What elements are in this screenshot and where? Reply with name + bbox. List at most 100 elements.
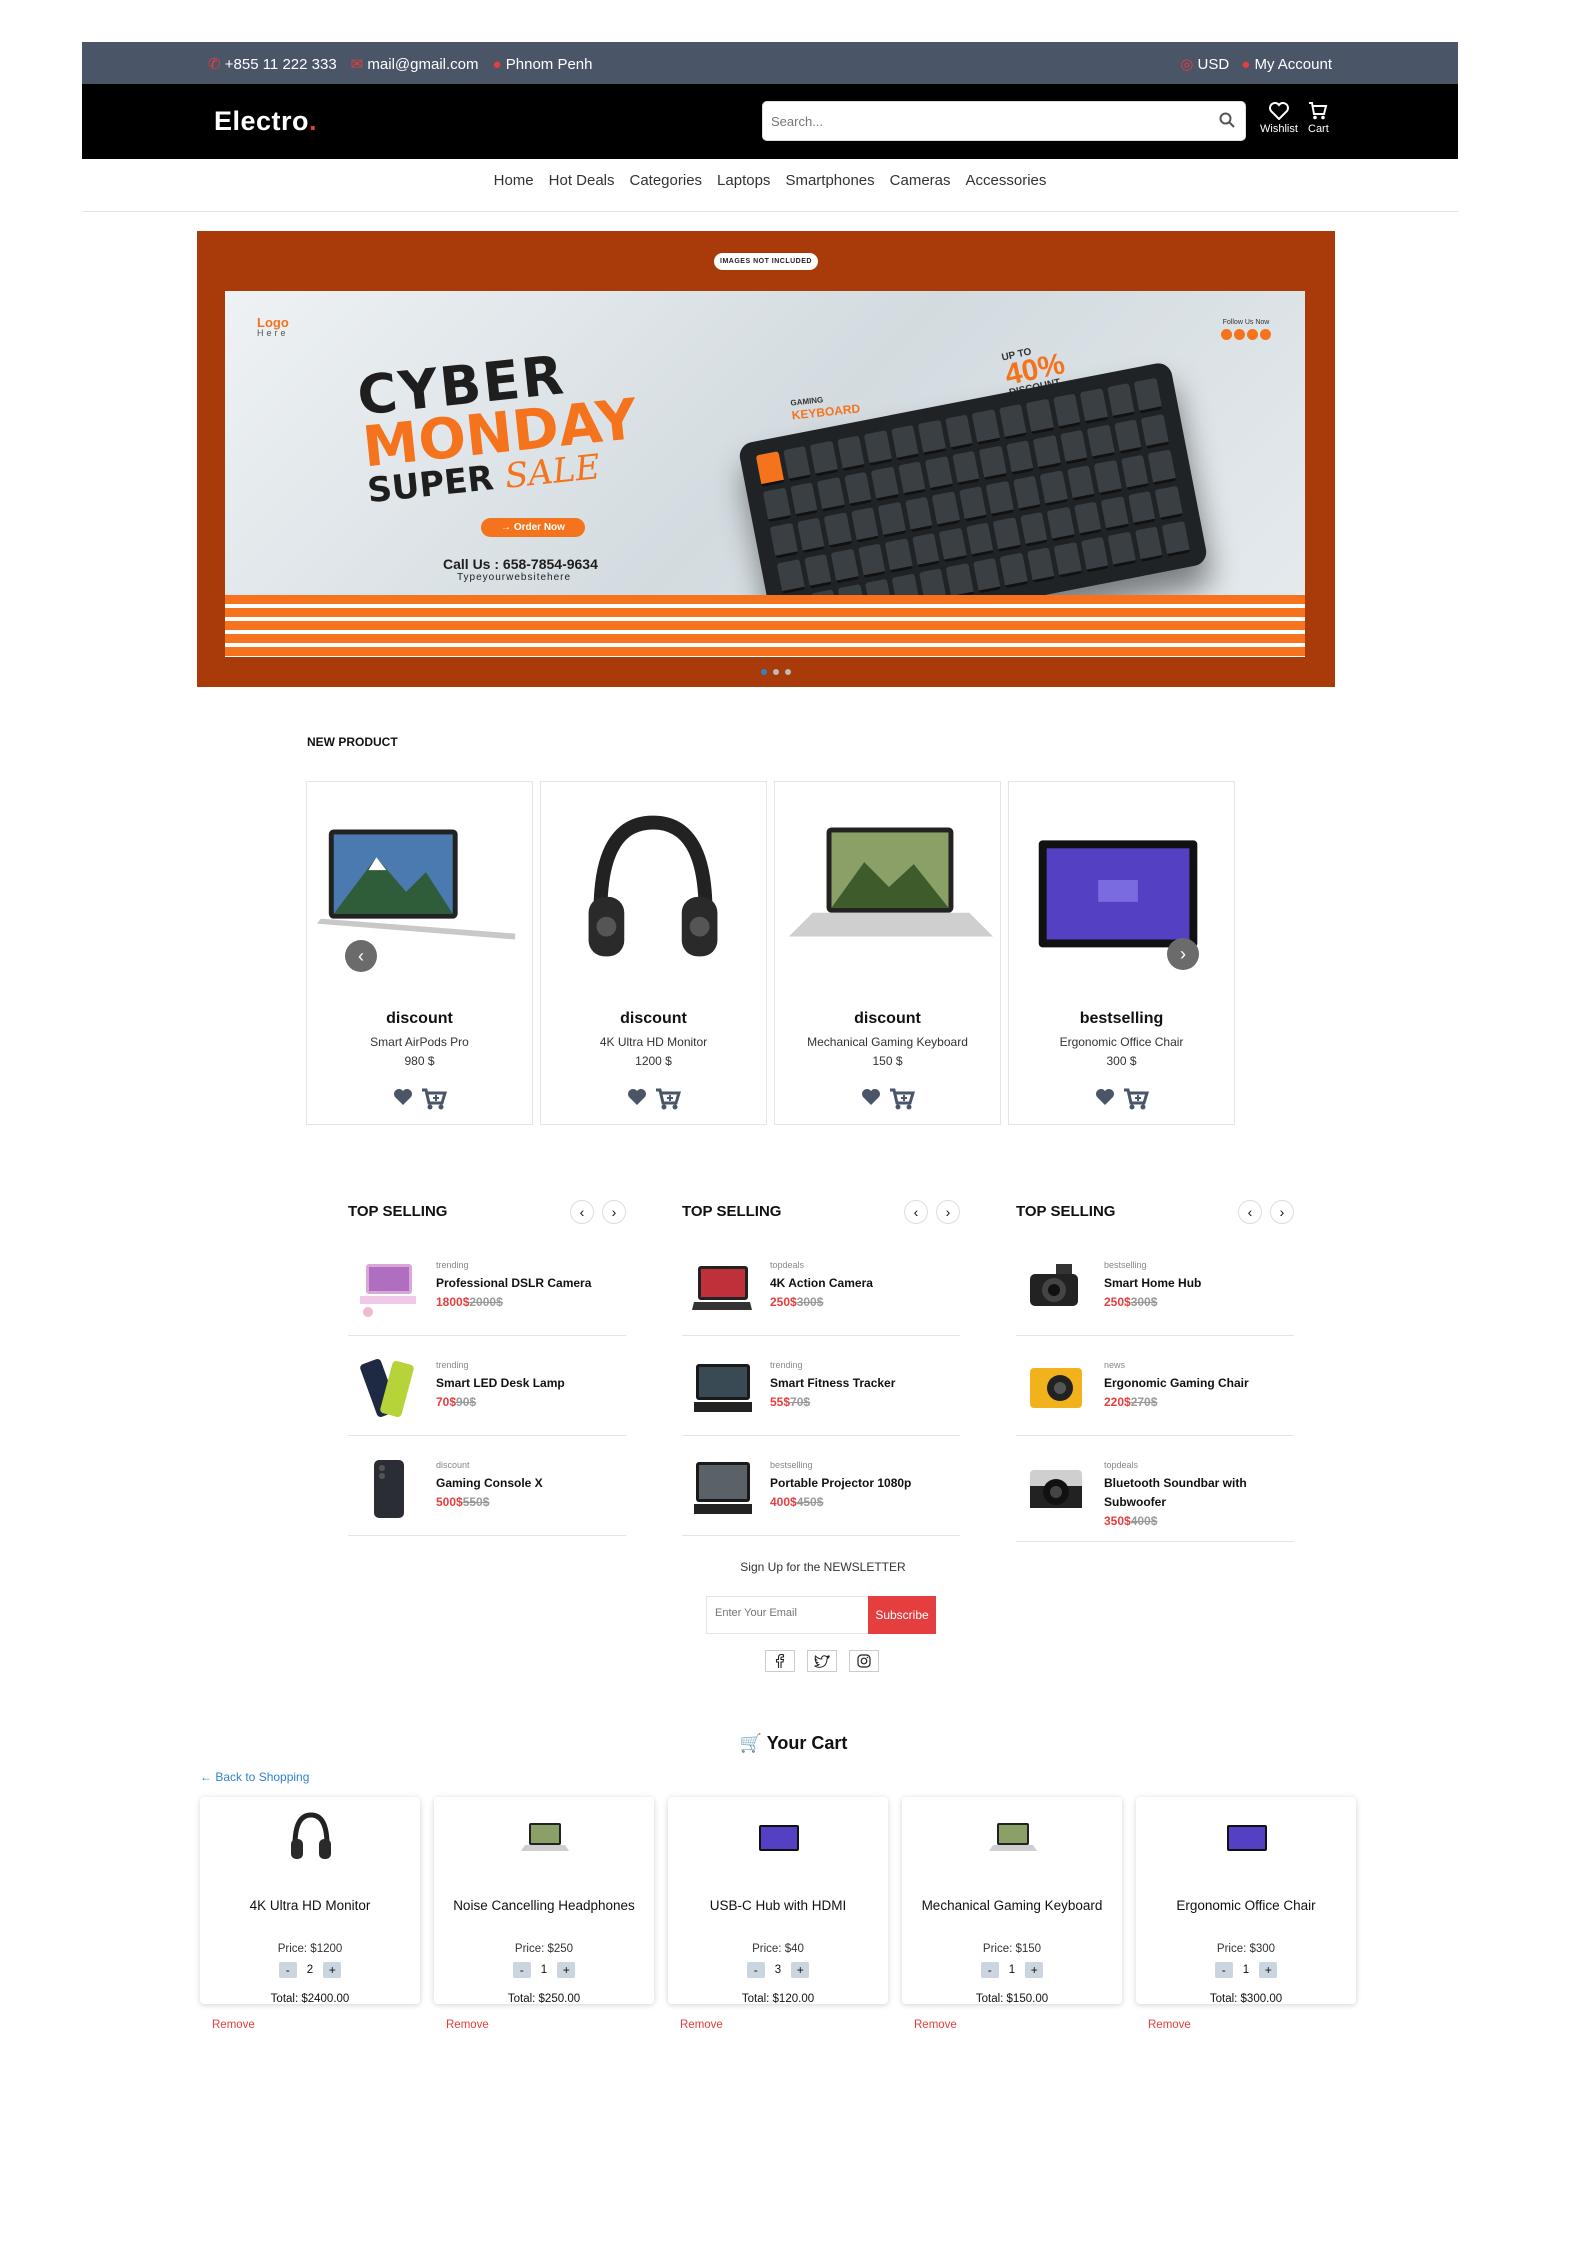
chevron-right-icon[interactable]: ›	[1270, 1200, 1294, 1224]
cart-button[interactable]: Cart	[1308, 102, 1329, 135]
carousel-dots	[761, 669, 791, 675]
facebook-icon[interactable]	[765, 1650, 795, 1672]
product-card[interactable]: discount Smart AirPods Pro 980 $ ‹	[306, 781, 533, 1125]
increase-button[interactable]: +	[557, 1962, 576, 1978]
order-now-button[interactable]: → Order Now	[481, 518, 585, 537]
currency-selector[interactable]: ◎ USD	[1180, 55, 1229, 73]
item-name[interactable]: Smart LED Desk Lamp	[436, 1376, 565, 1390]
item-tag: topdeals	[1104, 1460, 1139, 1470]
decrease-button[interactable]: -	[278, 1962, 297, 1978]
carousel-next-button[interactable]: ›	[1167, 938, 1199, 970]
heart-icon[interactable]	[1095, 1088, 1115, 1106]
remove-button[interactable]: Remove	[914, 2019, 957, 2031]
decrease-button[interactable]: -	[1214, 1962, 1233, 1978]
list-item[interactable]: topdeals Bluetooth Soundbar with Subwoof…	[1016, 1444, 1294, 1542]
email-item[interactable]: ✉ mail@gmail.com	[351, 55, 479, 73]
item-name[interactable]: Smart Fitness Tracker	[770, 1376, 895, 1390]
item-name[interactable]: Bluetooth Soundbar with Subwoofer	[1104, 1476, 1247, 1509]
add-cart-icon[interactable]	[889, 1088, 915, 1110]
chevron-right-icon[interactable]: ›	[602, 1200, 626, 1224]
nav-categories[interactable]: Categories	[630, 172, 703, 211]
list-item[interactable]: bestselling Smart Home Hub 250$300$	[1016, 1244, 1294, 1336]
carousel-prev-button[interactable]: ‹	[345, 940, 377, 972]
decrease-button[interactable]: -	[746, 1962, 765, 1978]
phone-item[interactable]: ✆ +855 11 222 333	[208, 55, 337, 73]
item-price-old: 450$	[796, 1495, 824, 1509]
list-item[interactable]: discount Gaming Console X 500$550$	[348, 1444, 626, 1536]
site-logo[interactable]: Electro.	[214, 106, 317, 137]
heart-icon[interactable]	[627, 1088, 647, 1106]
list-item[interactable]: bestselling Portable Projector 1080p 400$…	[682, 1444, 960, 1536]
laptop-image	[788, 827, 994, 937]
nav-hot-deals[interactable]: Hot Deals	[549, 172, 615, 211]
carousel-dot[interactable]	[773, 669, 779, 675]
search-input[interactable]	[771, 110, 1191, 132]
item-name[interactable]: 4K Action Camera	[770, 1276, 873, 1290]
list-item[interactable]: topdeals 4K Action Camera 250$300$	[682, 1244, 960, 1336]
cart-item-name: USB-C Hub with HDMI	[709, 1898, 847, 1913]
list-item[interactable]: trending Professional DSLR Camera 1800$20…	[348, 1244, 626, 1336]
nav-smartphones[interactable]: Smartphones	[785, 172, 874, 211]
quantity-stepper: -1 +	[434, 1962, 654, 1978]
item-name[interactable]: Professional DSLR Camera	[436, 1276, 591, 1290]
product-name[interactable]: Smart AirPods Pro	[307, 1035, 532, 1049]
cart-item-price: Price: $150	[982, 1943, 1042, 1955]
top-selling-nav: ‹ ›	[1238, 1200, 1294, 1224]
add-cart-icon[interactable]	[1123, 1088, 1149, 1110]
item-price-old: 300$	[1130, 1295, 1158, 1309]
item-info: Bluetooth Soundbar with Subwoofer 350$400…	[1104, 1474, 1284, 1531]
subscribe-button[interactable]: Subscribe	[868, 1596, 936, 1634]
increase-button[interactable]: +	[1025, 1962, 1044, 1978]
remove-button[interactable]: Remove	[680, 2019, 723, 2031]
product-card[interactable]: bestselling Ergonomic Office Chair 300 $…	[1008, 781, 1235, 1125]
heart-icon[interactable]	[393, 1088, 413, 1106]
nav-laptops[interactable]: Laptops	[717, 172, 770, 211]
chevron-left-icon[interactable]: ‹	[1238, 1200, 1262, 1224]
twitter-icon[interactable]	[807, 1650, 837, 1672]
item-tag: trending	[436, 1260, 469, 1270]
item-name[interactable]: Gaming Console X	[436, 1476, 543, 1490]
quantity-stepper: -1 +	[902, 1962, 1122, 1978]
hero-banner[interactable]: IMAGES NOT INCLUDED Logo Here Follow Us N…	[197, 231, 1335, 687]
product-name[interactable]: 4K Ultra HD Monitor	[541, 1035, 766, 1049]
remove-button[interactable]: Remove	[1148, 2019, 1191, 2031]
decrease-button[interactable]: -	[980, 1962, 999, 1978]
nav-home[interactable]: Home	[494, 172, 534, 211]
instagram-icon[interactable]	[849, 1650, 879, 1672]
increase-button[interactable]: +	[1259, 1962, 1278, 1978]
increase-button[interactable]: +	[791, 1962, 810, 1978]
add-cart-icon[interactable]	[655, 1088, 681, 1110]
carousel-dot[interactable]	[761, 669, 767, 675]
chevron-left-icon[interactable]: ‹	[904, 1200, 928, 1224]
email-text: mail@gmail.com	[367, 56, 479, 73]
heart-icon[interactable]	[861, 1088, 881, 1106]
nav-accessories[interactable]: Accessories	[966, 172, 1047, 211]
add-cart-icon[interactable]	[421, 1088, 447, 1110]
increase-button[interactable]: +	[323, 1962, 342, 1978]
remove-button[interactable]: Remove	[446, 2019, 489, 2031]
item-name[interactable]: Portable Projector 1080p	[770, 1476, 911, 1490]
back-to-shopping-link[interactable]: ← Back to Shopping	[200, 1770, 309, 1784]
search-icon[interactable]	[1219, 112, 1235, 128]
nav-cameras[interactable]: Cameras	[890, 172, 951, 211]
newsletter-email-input[interactable]	[715, 1607, 855, 1619]
remove-button[interactable]: Remove	[212, 2019, 255, 2031]
product-card[interactable]: discount Mechanical Gaming Keyboard 150 …	[774, 781, 1001, 1125]
chevron-left-icon[interactable]: ‹	[570, 1200, 594, 1224]
list-item[interactable]: news Ergonomic Gaming Chair 220$270$	[1016, 1344, 1294, 1436]
chevron-right-icon[interactable]: ›	[936, 1200, 960, 1224]
decrease-button[interactable]: -	[512, 1962, 531, 1978]
carousel-dot[interactable]	[785, 669, 791, 675]
product-name[interactable]: Ergonomic Office Chair	[1009, 1035, 1234, 1049]
cart-item-total: Total: $120.00	[741, 1993, 815, 2005]
wishlist-button[interactable]: Wishlist	[1260, 102, 1298, 135]
product-card[interactable]: discount 4K Ultra HD Monitor 1200 $	[540, 781, 767, 1125]
account-link[interactable]: ● My Account	[1241, 56, 1332, 73]
list-item[interactable]: trending Smart Fitness Tracker 55$70$	[682, 1344, 960, 1436]
item-name[interactable]: Ergonomic Gaming Chair	[1104, 1376, 1249, 1390]
item-name[interactable]: Smart Home Hub	[1104, 1276, 1201, 1290]
item-price-new: 350$	[1104, 1514, 1131, 1528]
list-item[interactable]: trending Smart LED Desk Lamp 70$90$	[348, 1344, 626, 1436]
product-name[interactable]: Mechanical Gaming Keyboard	[775, 1035, 1000, 1049]
location-item[interactable]: ● Phnom Penh	[493, 56, 593, 73]
